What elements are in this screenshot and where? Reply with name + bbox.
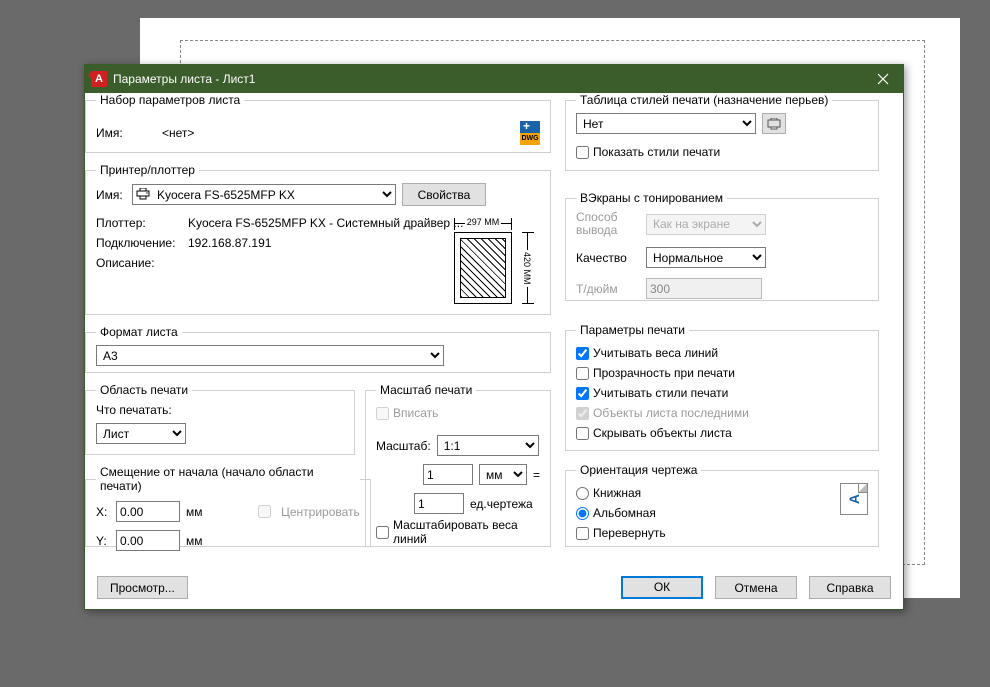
cancel-button[interactable]: Отмена: [715, 576, 797, 599]
plot-area-group: Область печати Что печатать: Лист: [85, 383, 355, 455]
shaded-viewport-legend: ВЭкраны с тонированием: [576, 191, 727, 205]
scale-select[interactable]: 1:1: [437, 435, 539, 456]
center-label: Центрировать: [281, 505, 360, 519]
plotter-label: Плоттер:: [96, 216, 182, 230]
opt-hide-label: Скрывать объекты листа: [593, 426, 732, 440]
orientation-icon: A: [840, 483, 868, 515]
setup-name-value: <нет>: [162, 126, 194, 140]
fit-label: Вписать: [393, 406, 438, 420]
printer-group: Принтер/плоттер Имя: Kyocera FS-6525MFP …: [85, 163, 551, 315]
plot-style-select[interactable]: Нет: [576, 113, 756, 134]
printer-name-label: Имя:: [96, 188, 126, 202]
connection-label: Подключение:: [96, 236, 182, 250]
titlebar: A Параметры листа - Лист1: [85, 65, 903, 93]
page-setup-group: Набор параметров листа Имя: <нет> DWG: [85, 93, 551, 153]
plot-options-group: Параметры печати Учитывать веса линий Пр…: [565, 323, 879, 451]
plot-style-legend: Таблица стилей печати (назначение перьев…: [576, 93, 832, 107]
offset-x-label: X:: [96, 505, 110, 519]
offset-group: Смещение от начала (начало области печат…: [85, 465, 371, 547]
paper-size-legend: Формат листа: [96, 325, 182, 339]
plot-style-group: Таблица стилей печати (назначение перьев…: [565, 93, 879, 171]
paper-size-select[interactable]: A3: [96, 345, 444, 366]
page-setup-dialog: A Параметры листа - Лист1 Набор параметр…: [84, 64, 904, 610]
scale-unit1-select[interactable]: мм: [479, 464, 527, 485]
connection-value: 192.168.87.191: [188, 236, 271, 250]
scale-value1-input[interactable]: [423, 464, 473, 485]
orientation-portrait-label: Книжная: [593, 486, 641, 500]
quality-label: Качество: [576, 251, 640, 265]
offset-legend: Смещение от начала (начало области печат…: [96, 465, 360, 493]
orientation-legend: Ориентация чертежа: [576, 463, 701, 477]
opt-styles-checkbox[interactable]: [576, 387, 589, 400]
scale-unit2-label: ед.чертежа: [470, 497, 532, 511]
printer-legend: Принтер/плоттер: [96, 163, 199, 177]
description-label: Описание:: [96, 256, 182, 270]
offset-y-label: Y:: [96, 534, 110, 548]
preview-button[interactable]: Просмотр...: [97, 576, 188, 599]
offset-x-unit: мм: [186, 505, 216, 519]
opt-transparency-checkbox[interactable]: [576, 367, 589, 380]
offset-y-unit: мм: [186, 534, 203, 548]
shade-mode-select: Как на экране: [646, 214, 766, 235]
scale-group: Масштаб печати Вписать Масштаб: 1:1 мм =…: [365, 383, 551, 547]
offset-x-input[interactable]: [116, 501, 180, 522]
shade-mode-label: Способ вывода: [576, 211, 640, 237]
dialog-body: Набор параметров листа Имя: <нет> DWG Пр…: [85, 93, 903, 609]
scale-value2-input[interactable]: [414, 493, 464, 514]
opt-lineweights-label: Учитывать веса линий: [593, 346, 718, 360]
scale-label: Масштаб:: [376, 439, 431, 453]
paper-size-group: Формат листа A3: [85, 325, 551, 373]
opt-lineweights-checkbox[interactable]: [576, 347, 589, 360]
show-plot-styles-label: Показать стили печати: [593, 145, 720, 159]
fit-checkbox: [376, 407, 389, 420]
printer-icon: [136, 188, 150, 200]
orientation-landscape-radio[interactable]: [576, 507, 589, 520]
orientation-portrait-radio[interactable]: [576, 487, 589, 500]
close-button[interactable]: [863, 65, 903, 93]
dwg-icon: DWG: [520, 121, 540, 145]
orientation-upside-label: Перевернуть: [593, 526, 666, 540]
quality-select[interactable]: Нормальное: [646, 247, 766, 268]
printer-properties-button[interactable]: Свойства: [402, 183, 486, 206]
setup-name-label: Имя:: [96, 126, 156, 140]
orientation-group: Ориентация чертежа Книжная Альбомная Пер…: [565, 463, 879, 547]
plot-style-edit-icon: [767, 118, 781, 130]
orientation-upside-checkbox[interactable]: [576, 527, 589, 540]
shaded-viewport-group: ВЭкраны с тонированием Способ вывода Как…: [565, 191, 879, 301]
opt-last-label: Объекты листа последними: [593, 406, 749, 420]
help-button[interactable]: Справка: [809, 576, 891, 599]
plot-options-legend: Параметры печати: [576, 323, 689, 337]
what-to-plot-label: Что печатать:: [96, 403, 344, 417]
paper-preview: 297 MM 420 MM: [440, 218, 540, 308]
offset-y-input[interactable]: [116, 530, 180, 551]
footer: Просмотр... ОК Отмена Справка: [97, 576, 891, 599]
plot-area-legend: Область печати: [96, 383, 192, 397]
what-to-plot-select[interactable]: Лист: [96, 423, 186, 444]
scale-equals: =: [533, 468, 540, 482]
opt-styles-label: Учитывать стили печати: [593, 386, 728, 400]
dpi-input: [646, 278, 762, 299]
printer-name-select[interactable]: Kyocera FS-6525MFP KX: [132, 184, 396, 205]
center-checkbox: [258, 505, 271, 518]
scale-legend: Масштаб печати: [376, 383, 476, 397]
opt-last-checkbox: [576, 407, 589, 420]
close-icon: [877, 73, 889, 85]
autocad-icon: A: [91, 71, 107, 87]
opt-transparency-label: Прозрачность при печати: [593, 366, 735, 380]
scale-lineweights-checkbox[interactable]: [376, 526, 389, 539]
scale-lineweights-label: Масштабировать веса линий: [393, 518, 540, 546]
page-setup-legend: Набор параметров листа: [96, 93, 244, 107]
orientation-landscape-label: Альбомная: [593, 506, 656, 520]
plot-style-edit-button[interactable]: [762, 113, 786, 134]
show-plot-styles-checkbox[interactable]: [576, 146, 589, 159]
opt-hide-checkbox[interactable]: [576, 427, 589, 440]
ok-button[interactable]: ОК: [621, 576, 703, 599]
plotter-value: Kyocera FS-6525MFP KX - Системный драйве…: [188, 216, 463, 230]
dpi-label: Т/дюйм: [576, 282, 640, 296]
window-title: Параметры листа - Лист1: [113, 72, 863, 86]
